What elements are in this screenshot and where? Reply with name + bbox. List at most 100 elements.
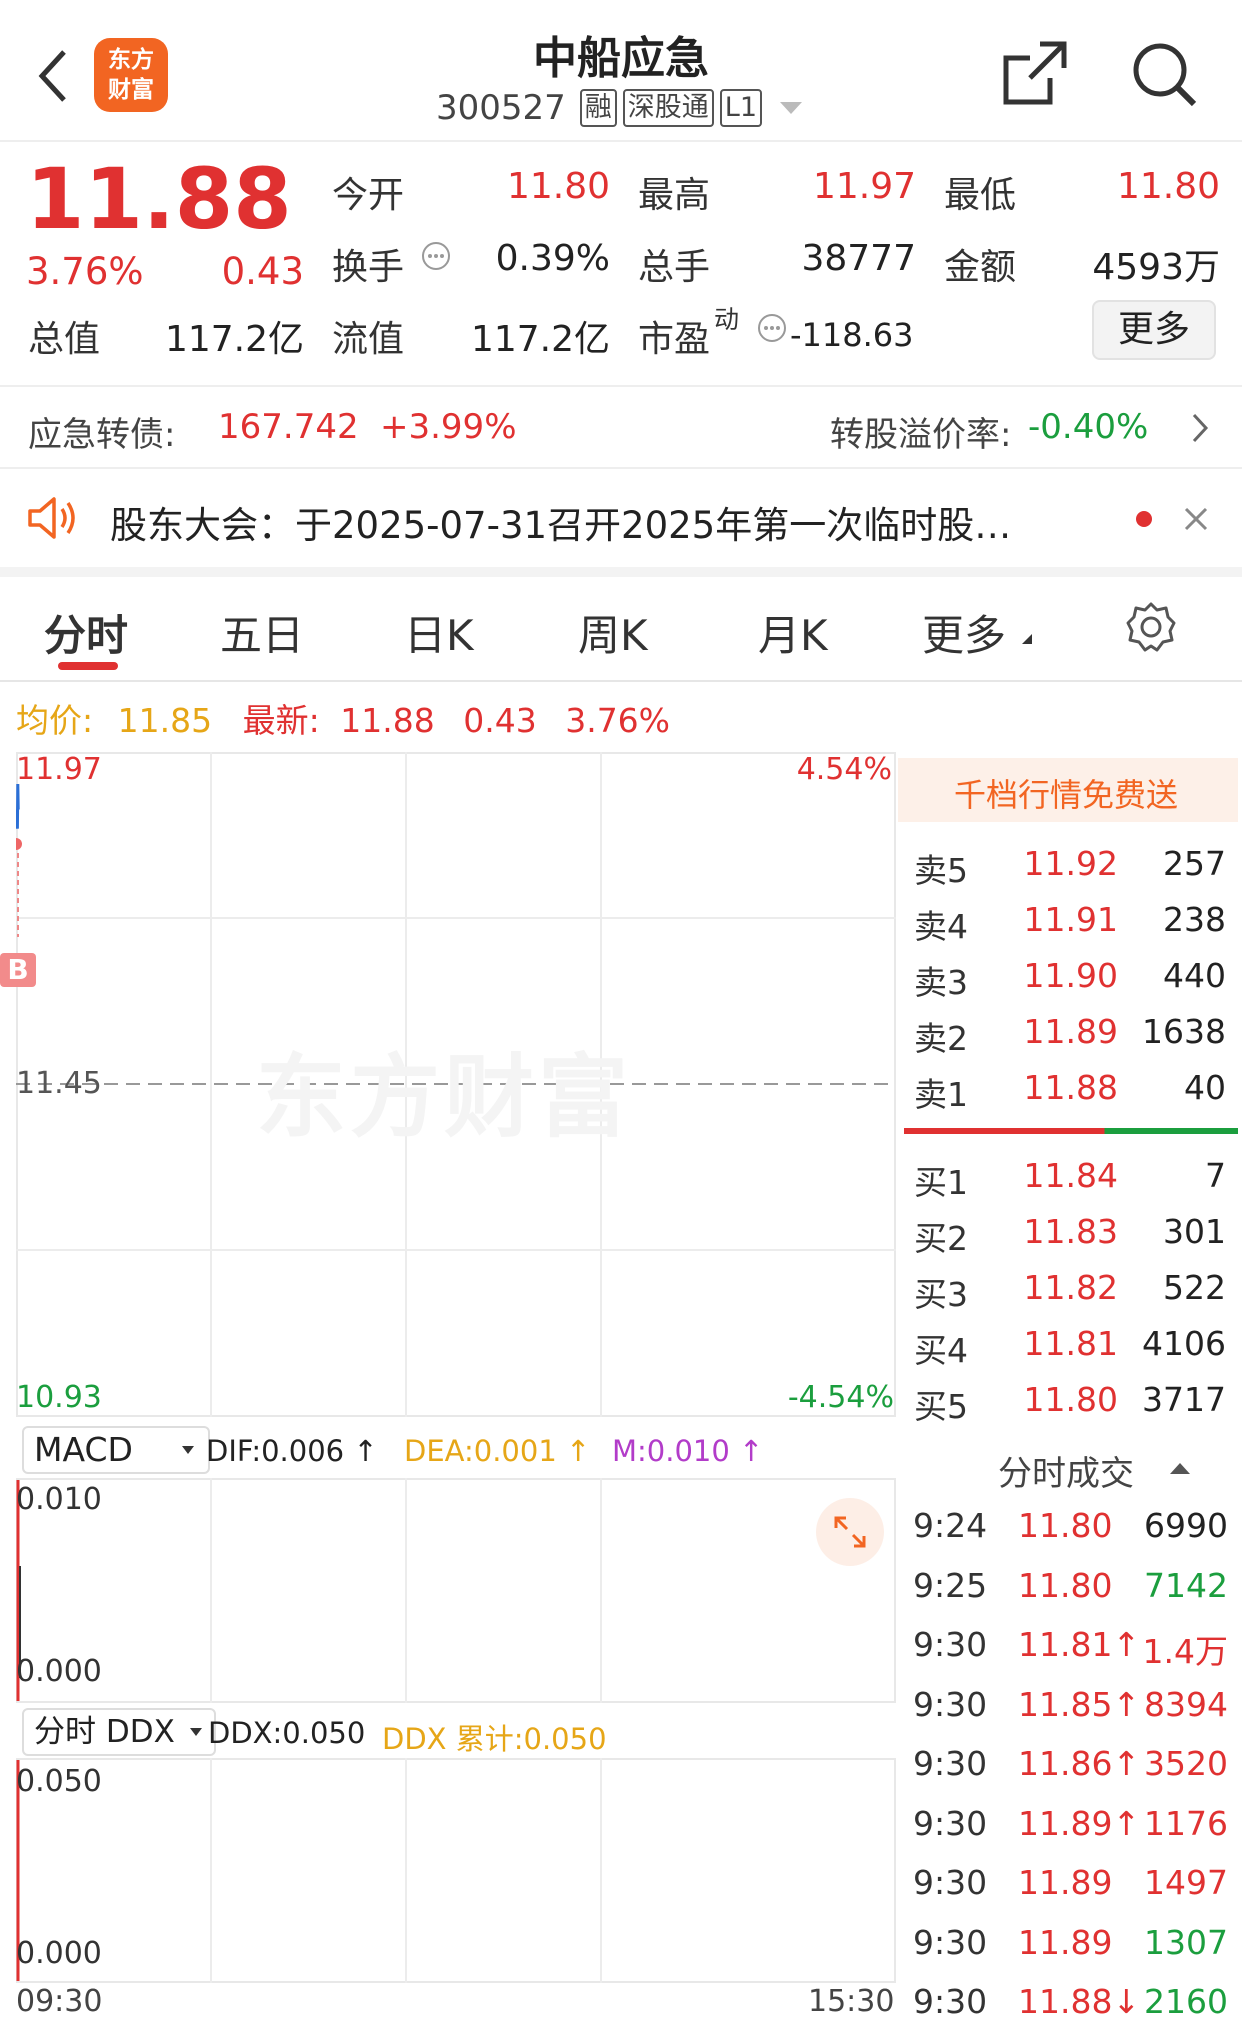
tab-intraday[interactable]: 分时	[44, 602, 128, 663]
macd-header: MACD DIF:0.006 ↑ DEA:0.001 ↑ M:0.010 ↑	[16, 1420, 896, 1478]
bid-price: 11.81	[1023, 1324, 1118, 1363]
bid-row[interactable]: 买1 11.84 7	[898, 1148, 1228, 1204]
ask-row[interactable]: 卖2 11.89 1638	[898, 1004, 1228, 1060]
bid-row[interactable]: 买3 11.82 522	[898, 1260, 1228, 1316]
ask-volume: 257	[1163, 844, 1226, 883]
ask-level: 卖5	[914, 851, 968, 890]
tab-monthly-k[interactable]: 月K	[758, 602, 828, 663]
price-series-line	[16, 783, 20, 829]
premium-label: 转股溢价率:	[830, 415, 1012, 455]
ask-row[interactable]: 卖4 11.91 238	[898, 892, 1228, 948]
macd-chart[interactable]: 0.010 0.000	[16, 1478, 896, 1703]
cb-label: 应急转债:	[28, 415, 176, 455]
avg-value: 11.85	[117, 701, 213, 740]
latest-change-pct: 3.76%	[565, 701, 671, 740]
tab-five-day[interactable]: 五日	[220, 602, 304, 663]
ask-row[interactable]: 卖5 11.92 257	[898, 836, 1228, 892]
pe-info-icon[interactable]	[756, 312, 788, 344]
y-tick-high: 11.97	[16, 752, 102, 787]
latest-change: 0.43	[463, 701, 537, 740]
label-float-cap: 流值	[332, 319, 405, 360]
close-icon[interactable]	[1182, 505, 1210, 533]
indicator-select-macd[interactable]: MACD	[22, 1426, 210, 1474]
last-price: 11.88	[26, 150, 292, 248]
settings-icon[interactable]	[1124, 600, 1178, 654]
tick-row: 9:25 11.80 7142	[898, 1558, 1228, 1616]
info-dots-icon[interactable]	[420, 240, 452, 272]
y-tick-mid: 11.45	[16, 1066, 102, 1101]
ddx-header: 分时 DDX DDX:0.050 DDX 累计:0.050	[16, 1704, 896, 1758]
ask-row[interactable]: 卖1 11.88 40	[898, 1060, 1228, 1116]
label-pe: 市盈	[638, 319, 711, 360]
bid-row[interactable]: 买5 11.80 3717	[898, 1372, 1228, 1428]
convertible-bond-bar[interactable]: 应急转债: 167.742 +3.99% 转股溢价率: -0.40%	[0, 385, 1242, 469]
tick-time: 9:30	[913, 1863, 988, 1902]
indicator-name: MACD	[34, 1430, 133, 1469]
tick-volume: 7142	[1144, 1565, 1228, 1605]
label-open: 今开	[332, 175, 405, 216]
bid-level: 买4	[914, 1331, 968, 1370]
current-price-dot	[16, 838, 22, 850]
promo-banner[interactable]: 千档行情免费送	[898, 758, 1238, 822]
tick-time: 9:30	[913, 1684, 988, 1724]
tick-price: 11.89	[1018, 1922, 1113, 1962]
ddx-tick-low: 0.000	[16, 1936, 102, 1971]
tick-time: 9:25	[913, 1565, 988, 1605]
share-icon[interactable]	[1000, 38, 1070, 108]
bid-row[interactable]: 买2 11.83 301	[898, 1204, 1228, 1260]
tick-price: 11.80	[1018, 1506, 1113, 1545]
tick-price: 11.80	[1018, 1565, 1113, 1605]
bid-price: 11.83	[1023, 1212, 1118, 1251]
tag-margin: 融	[579, 89, 617, 127]
bid-price: 11.84	[1023, 1156, 1118, 1195]
value-turnover: 0.39%	[495, 238, 610, 279]
expand-button[interactable]	[816, 1498, 884, 1566]
tick-row: 9:30 11.88↓ 2160	[898, 1974, 1228, 2032]
ddx-chart[interactable]: 0.050 0.000	[16, 1758, 896, 1983]
ddx-cumulative: DDX 累计:0.050	[382, 1722, 607, 1756]
stock-code: 300527	[435, 88, 566, 128]
ask-price: 11.92	[1023, 844, 1118, 883]
value-amount: 4593万	[1092, 247, 1220, 288]
promo-text: 千档行情免费送	[954, 776, 1179, 814]
indicator-select-ddx[interactable]: 分时 DDX	[22, 1708, 216, 1756]
change-amount: 0.43	[221, 250, 304, 293]
tab-weekly-k[interactable]: 周K	[578, 602, 648, 663]
tab-more[interactable]: 更多	[922, 602, 1006, 663]
tick-time: 9:30	[913, 1922, 988, 1962]
ask-level: 卖3	[914, 963, 968, 1002]
value-low: 11.80	[1116, 166, 1220, 207]
tab-daily-k[interactable]: 日K	[404, 602, 474, 663]
x-tick-close: 15:30	[808, 1984, 895, 2019]
pct-tick-high: 4.54%	[796, 752, 892, 787]
tick-volume: 1.4万	[1142, 1632, 1228, 1671]
announcement-bar[interactable]: 股东大会：于2025-07-31召开2025年第一次临时股…	[0, 467, 1242, 577]
tick-row: 9:24 11.80 6990	[898, 1498, 1228, 1556]
tick-row: 9:30 11.89 1307	[898, 1915, 1228, 1973]
ask-price: 11.91	[1023, 900, 1118, 939]
intraday-chart[interactable]: 东方财富 11.97 11.45 10.93 4.54% -4.54%	[16, 752, 896, 1417]
ddx-value: DDX:0.050	[208, 1716, 366, 1750]
label-low: 最低	[944, 175, 1017, 216]
ticks-title: 分时成交	[998, 1454, 1134, 1494]
y-tick-low: 10.93	[16, 1380, 102, 1415]
tick-time: 9:30	[913, 1744, 988, 1783]
value-mktcap: 117.2亿	[164, 319, 304, 360]
macd-tick-low: 0.000	[16, 1654, 102, 1689]
bid-volume: 7	[1205, 1156, 1226, 1195]
search-icon[interactable]	[1128, 38, 1200, 110]
more-button[interactable]: 更多	[1092, 300, 1216, 360]
ask-price: 11.89	[1023, 1012, 1118, 1051]
tag-connect: 深股通	[622, 89, 714, 127]
dropdown-caret-icon	[780, 102, 803, 114]
ticks-header[interactable]: 分时成交	[898, 1438, 1238, 1494]
buy-marker[interactable]: B	[0, 953, 36, 987]
cb-price: 167.742	[218, 407, 359, 447]
bid-row[interactable]: 买4 11.81 4106	[898, 1316, 1228, 1372]
tick-row: 9:30 11.81↑ 1.4万	[898, 1617, 1228, 1675]
ask-level: 卖2	[914, 1019, 968, 1058]
ask-level: 卖1	[914, 1075, 968, 1114]
ask-row[interactable]: 卖3 11.90 440	[898, 948, 1228, 1004]
tick-time: 9:24	[913, 1506, 988, 1545]
macd-dea: DEA:0.001 ↑	[404, 1434, 591, 1468]
